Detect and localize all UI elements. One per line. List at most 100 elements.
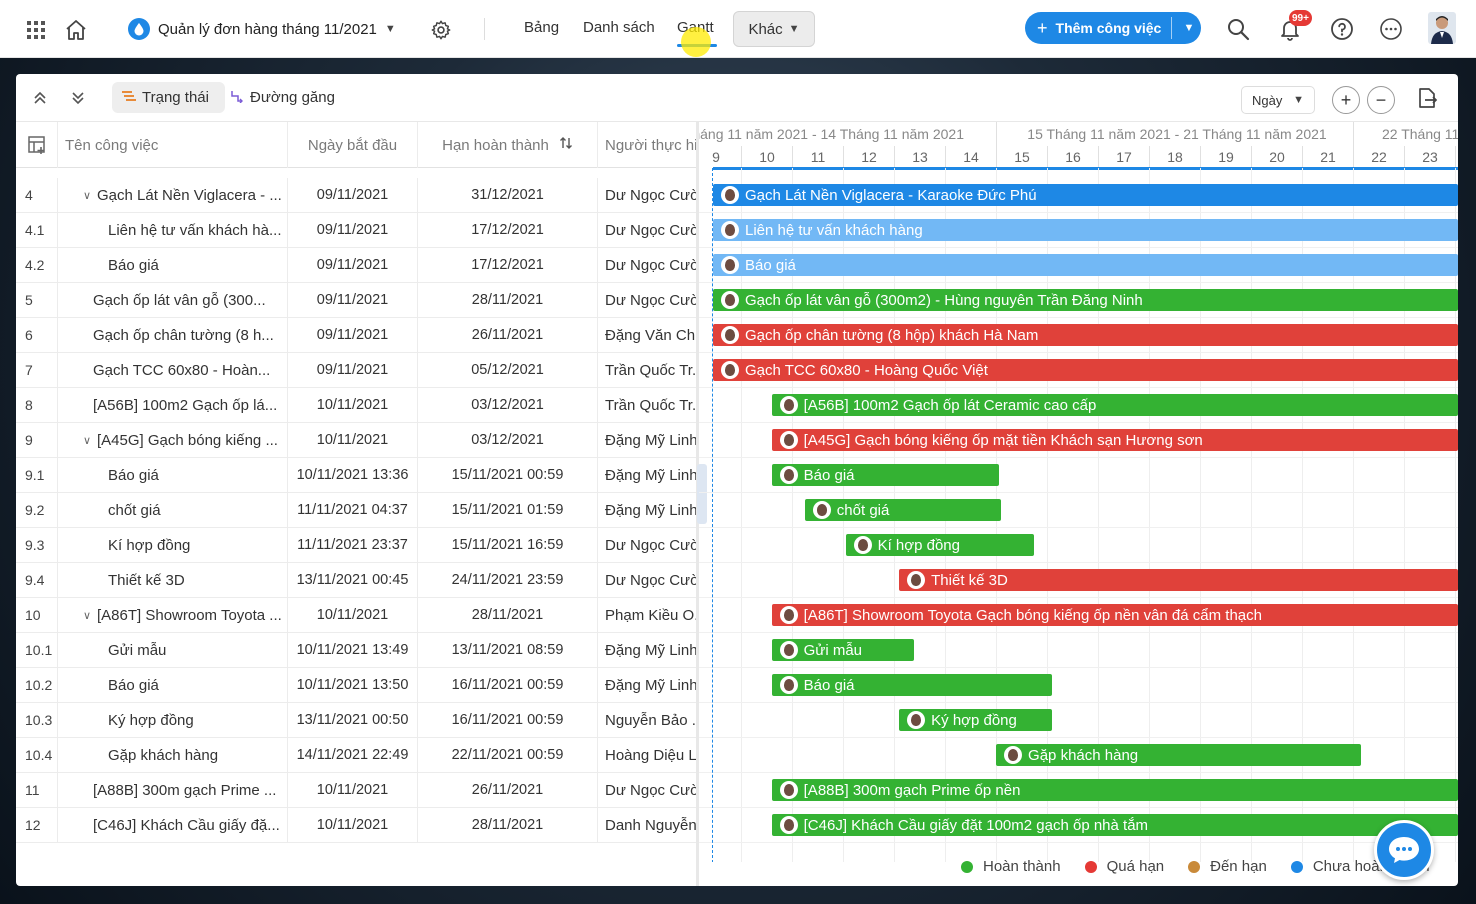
gantt-bar[interactable]: [C46J] Khách Cầu giấy đặt 100m2 gạch ốp …: [771, 814, 1458, 836]
add-task-button[interactable]: + Thêm công việc ▼: [1025, 12, 1201, 44]
task-name[interactable]: Báo giá: [58, 458, 288, 492]
gantt-panel: Trạng thái Đường găng Ngày ▼ + − Tên côn…: [16, 74, 1458, 886]
zoom-level-select[interactable]: Ngày ▼: [1241, 86, 1315, 114]
gantt-bar[interactable]: Gửi mẫu: [771, 639, 915, 661]
table-row[interactable]: 11 [A88B] 300m gạch Prime ... 10/11/2021 26…: [16, 773, 696, 808]
table-row[interactable]: 12 [C46J] Khách Cầu giấy đặ... 10/11/2021 2…: [16, 808, 696, 843]
column-due-date[interactable]: Hạn hoàn thành: [418, 122, 598, 168]
help-icon[interactable]: [1329, 16, 1355, 42]
apps-grid-icon[interactable]: [24, 18, 48, 42]
table-row[interactable]: 9.1 Báo giá 10/11/2021 13:36 15/11/2021 00:…: [16, 458, 696, 493]
column-task-name[interactable]: Tên công việc: [58, 122, 288, 168]
assignee-avatar: [907, 711, 926, 729]
home-icon[interactable]: [62, 16, 90, 44]
start-date: 09/11/2021: [288, 213, 418, 247]
gantt-bar-label: Thiết kế 3D: [931, 571, 1008, 589]
task-name[interactable]: ∨ Gạch Lát Nền Viglacera - ...: [58, 178, 288, 212]
gantt-bar[interactable]: Kí hợp đồng: [845, 534, 1035, 556]
gantt-bar[interactable]: Gặp khách hàng: [996, 744, 1361, 766]
task-name[interactable]: Kí hợp đồng: [58, 528, 288, 562]
zoom-out-button[interactable]: −: [1367, 86, 1395, 114]
table-row[interactable]: 9.4 Thiết kế 3D 13/11/2021 00:45 24/11/2021…: [16, 563, 696, 598]
task-name[interactable]: Ký hợp đồng: [58, 703, 288, 737]
tab-board[interactable]: Bảng: [524, 19, 559, 36]
chat-support-button[interactable]: [1374, 820, 1434, 880]
assignee-avatar: [853, 536, 872, 554]
task-name[interactable]: Gạch TCC 60x80 - Hoàn...: [58, 353, 288, 387]
user-avatar[interactable]: [1428, 12, 1456, 44]
project-selector[interactable]: Quản lý đơn hàng tháng 11/2021 ▼: [128, 14, 396, 44]
gantt-bar[interactable]: Báo giá: [771, 674, 1053, 696]
gantt-bar-label: [C46J] Khách Cầu giấy đặt 100m2 gạch ốp …: [803, 816, 1149, 834]
table-row[interactable]: 4.2 Báo giá 09/11/2021 17/12/2021 Dư Ngọc Cư…: [16, 248, 696, 283]
zoom-in-button[interactable]: +: [1332, 86, 1360, 114]
task-name[interactable]: Báo giá: [58, 668, 288, 702]
table-header: Tên công việc Ngày bắt đầu Hạn hoàn thàn…: [16, 122, 696, 168]
week-header: Tháng 11 năm 2021 - 14 Tháng 11 năm 2021…: [699, 122, 1458, 146]
table-row[interactable]: 10.3 Ký hợp đồng 13/11/2021 00:50 16/11/202…: [16, 703, 696, 738]
gantt-chart: Tháng 11 năm 2021 - 14 Tháng 11 năm 2021…: [699, 122, 1458, 862]
status-filter-chip[interactable]: Trạng thái: [112, 82, 225, 113]
task-name[interactable]: Liên hệ tư vấn khách hà...: [58, 213, 288, 247]
column-start-date[interactable]: Ngày bắt đầu: [288, 122, 418, 168]
more-views-button[interactable]: Khác ▼: [733, 11, 815, 47]
chevron-down-icon[interactable]: ▼: [1177, 12, 1201, 44]
table-row[interactable]: 5 Gạch ốp lát vân gỗ (300... 09/11/2021 28/…: [16, 283, 696, 318]
critical-path-chip[interactable]: Đường găng: [230, 82, 335, 113]
table-row[interactable]: 10.2 Báo giá 10/11/2021 13:50 16/11/2021 00…: [16, 668, 696, 703]
gantt-bar[interactable]: Gạch ốp lát vân gỗ (300m2) - Hùng nguyên…: [713, 289, 1458, 311]
gantt-bar[interactable]: Báo giá: [771, 464, 999, 486]
gantt-bar[interactable]: Liên hệ tư vấn khách hàng: [713, 219, 1458, 241]
task-name[interactable]: [A56B] 100m2 Gạch ốp lá...: [58, 388, 288, 422]
table-row[interactable]: 10 ∨ [A86T] Showroom Toyota ... 10/11/2021 2…: [16, 598, 696, 633]
gantt-bar[interactable]: Thiết kế 3D: [899, 569, 1458, 591]
task-name[interactable]: Báo giá: [58, 248, 288, 282]
task-name[interactable]: Gửi mẫu: [58, 633, 288, 667]
table-row[interactable]: 9 ∨ [A45G] Gạch bóng kiếng ... 10/11/2021 03…: [16, 423, 696, 458]
task-name[interactable]: [C46J] Khách Cầu giấy đặ...: [58, 808, 288, 842]
table-row[interactable]: 9.2 chốt giá 11/11/2021 04:37 15/11/2021 01…: [16, 493, 696, 528]
table-row[interactable]: 10.4 Gặp khách hàng 14/11/2021 22:49 22/11/…: [16, 738, 696, 773]
gantt-bar[interactable]: chốt giá: [804, 499, 1002, 521]
tab-list[interactable]: Danh sách: [583, 19, 655, 36]
more-options-icon[interactable]: [1378, 16, 1404, 42]
gantt-bar[interactable]: Gạch Lát Nền Viglacera - Karaoke Đức Phú: [713, 184, 1458, 206]
settings-gear-icon[interactable]: [428, 17, 454, 43]
gantt-bar[interactable]: [A45G] Gạch bóng kiếng ốp mặt tiền Khách…: [771, 429, 1458, 451]
task-name[interactable]: Thiết kế 3D: [58, 563, 288, 597]
toolbar-divider: [484, 18, 485, 40]
sort-icon[interactable]: [559, 136, 573, 154]
gantt-bar[interactable]: [A56B] 100m2 Gạch ốp lát Ceramic cao cấp: [771, 394, 1458, 416]
export-icon[interactable]: [1416, 87, 1440, 111]
gantt-bar[interactable]: Ký hợp đồng: [899, 709, 1053, 731]
table-row[interactable]: 4 ∨ Gạch Lát Nền Viglacera - ... 09/11/2021…: [16, 178, 696, 213]
table-row[interactable]: 6 Gạch ốp chân tường (8 h... 09/11/2021 26/…: [16, 318, 696, 353]
task-name[interactable]: Gạch ốp chân tường (8 h...: [58, 318, 288, 352]
table-row[interactable]: 4.1 Liên hệ tư vấn khách hà... 09/11/2021 1…: [16, 213, 696, 248]
column-assignee[interactable]: Người thực hiện: [598, 122, 696, 168]
gantt-row-line: [699, 667, 1458, 668]
task-name[interactable]: [A88B] 300m gạch Prime ...: [58, 773, 288, 807]
chevron-down-icon[interactable]: ∨: [80, 189, 94, 202]
table-row[interactable]: 8 [A56B] 100m2 Gạch ốp lá... 10/11/2021 03/…: [16, 388, 696, 423]
gantt-bar[interactable]: Gạch TCC 60x80 - Hoàng Quốc Việt: [713, 359, 1458, 381]
table-row[interactable]: 7 Gạch TCC 60x80 - Hoàn... 09/11/2021 05/12…: [16, 353, 696, 388]
gantt-bar[interactable]: [A86T] Showroom Toyota Gạch bóng kiếng ố…: [771, 604, 1458, 626]
table-row[interactable]: 9.3 Kí hợp đồng 11/11/2021 23:37 15/11/2021…: [16, 528, 696, 563]
chevron-down-icon[interactable]: ∨: [80, 609, 94, 622]
task-name[interactable]: Gặp khách hàng: [58, 738, 288, 772]
task-name[interactable]: chốt giá: [58, 493, 288, 527]
task-name[interactable]: Gạch ốp lát vân gỗ (300...: [58, 283, 288, 317]
chevron-down-icon[interactable]: ∨: [80, 434, 94, 447]
gantt-row-line: [699, 562, 1458, 563]
gantt-bar[interactable]: Báo giá: [713, 254, 1458, 276]
task-name[interactable]: ∨ [A45G] Gạch bóng kiếng ...: [58, 423, 288, 457]
column-settings-icon[interactable]: [16, 122, 58, 168]
expand-all-icon[interactable]: [68, 88, 88, 108]
search-icon[interactable]: [1224, 15, 1252, 43]
gantt-bar[interactable]: Gạch ốp chân tường (8 hộp) khách Hà Nam: [713, 324, 1458, 346]
task-name[interactable]: ∨ [A86T] Showroom Toyota ...: [58, 598, 288, 632]
gantt-bar[interactable]: [A88B] 300m gạch Prime ốp nền: [771, 779, 1458, 801]
table-row[interactable]: 10.1 Gửi mẫu 10/11/2021 13:49 13/11/2021 08…: [16, 633, 696, 668]
collapse-all-icon[interactable]: [30, 88, 50, 108]
